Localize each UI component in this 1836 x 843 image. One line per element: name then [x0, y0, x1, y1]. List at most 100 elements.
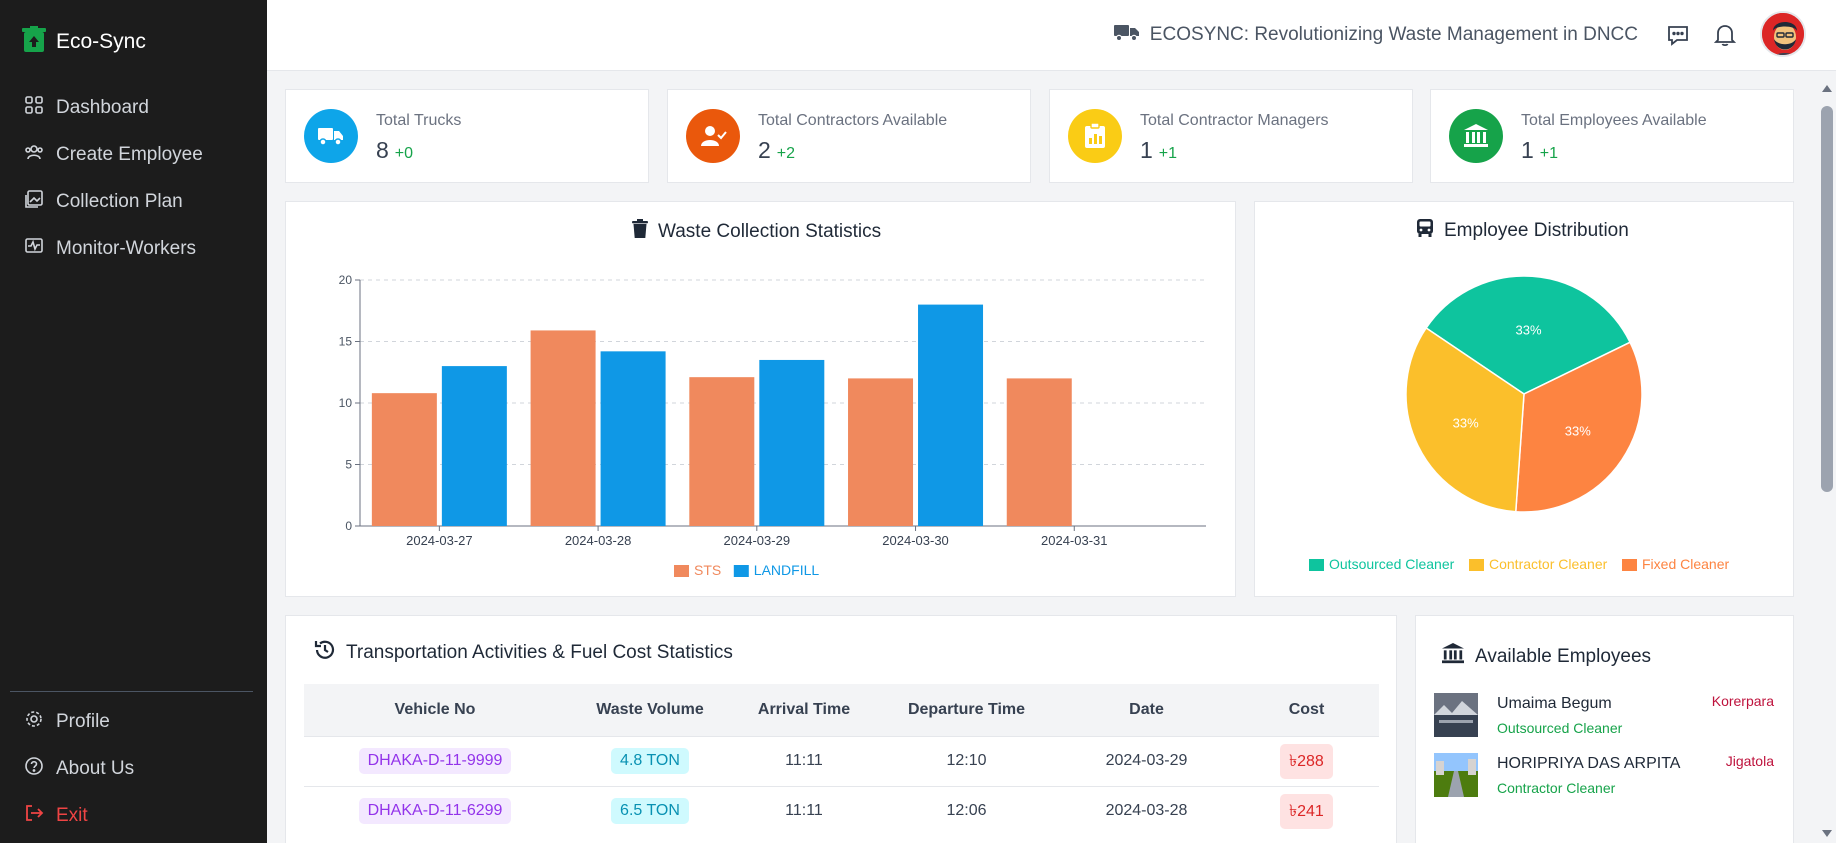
- column-header[interactable]: Cost: [1234, 684, 1379, 736]
- user-check-icon: [686, 109, 740, 163]
- bar-sts[interactable]: [371, 393, 437, 526]
- stat-card-total-trucks: Total Trucks 8 +0: [285, 89, 649, 183]
- list-item[interactable]: Umaima Begum Outsourced Cleaner Korerpar…: [1434, 693, 1774, 741]
- column-header[interactable]: Date: [1059, 684, 1234, 736]
- column-header[interactable]: Arrival Time: [734, 684, 874, 736]
- y-tick-label: 0: [345, 519, 352, 533]
- bar-landfill[interactable]: [759, 359, 825, 526]
- transport-table: Vehicle No Waste Volume Arrival Time Dep…: [304, 684, 1379, 836]
- sidebar-item-label: Dashboard: [56, 96, 149, 118]
- stat-delta: +2: [776, 145, 796, 162]
- sidebar-item-create-employee[interactable]: Create Employee: [0, 131, 267, 178]
- brand[interactable]: Eco-Sync: [22, 26, 146, 57]
- sidebar-item-dashboard[interactable]: Dashboard: [0, 84, 267, 131]
- vehicle-badge: DHAKA-D-11-6299: [358, 798, 512, 825]
- sidebar-bottom-nav: Profile About Us Exit: [0, 690, 267, 839]
- chat-icon[interactable]: [1664, 21, 1692, 49]
- x-tick-label: 2024-03-27: [406, 533, 473, 548]
- bar-landfill[interactable]: [600, 351, 666, 526]
- stat-label: Total Contractor Managers: [1140, 112, 1329, 129]
- stat-value: 1 +1: [1521, 137, 1558, 164]
- truck-icon: [304, 109, 358, 163]
- history-icon: [314, 639, 336, 667]
- legend-label[interactable]: LANDFILL: [754, 562, 820, 578]
- sidebar-item-collection-plan[interactable]: Collection Plan: [0, 178, 267, 225]
- cost-badge: ৳241: [1280, 793, 1333, 829]
- monitor-icon: [24, 236, 44, 262]
- pie-slice-label: 33%: [1565, 423, 1591, 438]
- scroll-down-arrow-icon[interactable]: [1821, 829, 1833, 839]
- column-header[interactable]: Waste Volume: [566, 684, 734, 736]
- column-header[interactable]: Departure Time: [874, 684, 1059, 736]
- x-tick-label: 2024-03-31: [1041, 533, 1108, 548]
- legend-label[interactable]: Outsourced Cleaner: [1329, 556, 1455, 572]
- list-item[interactable]: HORIPRIYA DAS ARPITA Contractor Cleaner …: [1434, 753, 1774, 801]
- sidebar-item-exit[interactable]: Exit: [0, 792, 267, 839]
- sidebar-item-about-us[interactable]: About Us: [0, 745, 267, 792]
- scrollbar-thumb[interactable]: [1821, 106, 1833, 492]
- avatar[interactable]: [1760, 11, 1806, 57]
- sidebar-item-profile[interactable]: Profile: [0, 698, 267, 745]
- waste-bar-chart: 0 5 10 15 20 2024-03-27 2024-03-28 2024-03-29 20…: [339, 273, 1206, 578]
- employee-distribution-card: Employee Distribution 33% 33% 33% Outsource…: [1254, 201, 1794, 597]
- legend-swatch: [674, 565, 689, 577]
- sidebar-item-monitor-workers[interactable]: Monitor-Workers: [0, 225, 267, 272]
- legend-label[interactable]: STS: [694, 562, 721, 578]
- stat-value: 2 +2: [758, 137, 795, 164]
- table-row[interactable]: DHAKA-D-11-6299 6.5 TON 11:11 12:06 2024…: [304, 785, 1379, 836]
- table-header-row: Vehicle No Waste Volume Arrival Time Dep…: [304, 684, 1379, 736]
- bar-landfill[interactable]: [441, 366, 507, 526]
- stat-label: Total Contractors Available: [758, 112, 948, 129]
- arrival-cell: 11:11: [734, 735, 874, 786]
- cost-cell: ৳241: [1234, 785, 1379, 836]
- volume-badge: 6.5 TON: [611, 798, 689, 825]
- x-tick-label: 2024-03-28: [565, 533, 632, 548]
- truck-icon: [1113, 23, 1140, 47]
- bar-sts[interactable]: [689, 377, 755, 526]
- employees-title: Available Employees: [1441, 643, 1651, 671]
- pie-slice-label: 33%: [1516, 322, 1542, 337]
- employee-name: Umaima Begum: [1497, 695, 1612, 712]
- bell-icon[interactable]: [1711, 21, 1739, 49]
- bar-sts[interactable]: [848, 378, 914, 526]
- sidebar-item-label: Create Employee: [56, 143, 203, 165]
- employee-location: Jigatola: [1725, 753, 1774, 769]
- stat-value: 8 +0: [376, 137, 413, 164]
- image-icon: [24, 189, 44, 215]
- gear-icon: [24, 709, 44, 735]
- bar-sts[interactable]: [1006, 378, 1072, 526]
- legend-swatch: [1309, 559, 1324, 571]
- available-employees-card: Available Employees Umaima Begum Outsour…: [1415, 615, 1794, 843]
- employee-photo: [1434, 693, 1478, 737]
- stat-label: Total Employees Available: [1521, 112, 1707, 129]
- transport-title: Transportation Activities & Fuel Cost St…: [314, 639, 733, 667]
- column-header[interactable]: Vehicle No: [304, 684, 566, 736]
- legend-label[interactable]: Fixed Cleaner: [1642, 556, 1729, 572]
- bar-sts[interactable]: [530, 330, 596, 526]
- clipboard-chart-icon: [1068, 109, 1122, 163]
- logout-icon: [24, 803, 44, 829]
- bar-landfill[interactable]: [918, 304, 984, 526]
- volume-badge: 4.8 TON: [611, 748, 689, 774]
- date-cell: 2024-03-29: [1059, 735, 1234, 786]
- date-cell: 2024-03-28: [1059, 785, 1234, 836]
- legend-swatch: [1622, 559, 1637, 571]
- stat-delta: +0: [394, 145, 414, 162]
- stat-card-total-contractors: Total Contractors Available 2 +2: [667, 89, 1031, 183]
- sidebar-item-label: Exit: [56, 804, 88, 826]
- employees-title-text: Available Employees: [1475, 646, 1652, 667]
- legend-swatch: [1469, 559, 1484, 571]
- y-tick-label: 5: [345, 458, 352, 472]
- employee-location: Korerpara: [1711, 693, 1774, 709]
- top-header: ECOSYNC: Revolutionizing Waste Managemen…: [267, 0, 1836, 71]
- stat-number: 8: [376, 137, 389, 163]
- vehicle-cell: DHAKA-D-11-9999: [304, 735, 566, 786]
- stat-number: 1: [1521, 137, 1534, 163]
- scroll-up-arrow-icon[interactable]: [1821, 83, 1833, 93]
- arrival-cell: 11:11: [734, 785, 874, 836]
- vehicle-cell: DHAKA-D-11-6299: [304, 785, 566, 836]
- x-tick-label: 2024-03-29: [724, 533, 791, 548]
- legend-label[interactable]: Contractor Cleaner: [1489, 556, 1608, 572]
- cost-cell: ৳288: [1234, 735, 1379, 786]
- table-row[interactable]: DHAKA-D-11-9999 4.8 TON 11:11 12:10 2024…: [304, 735, 1379, 786]
